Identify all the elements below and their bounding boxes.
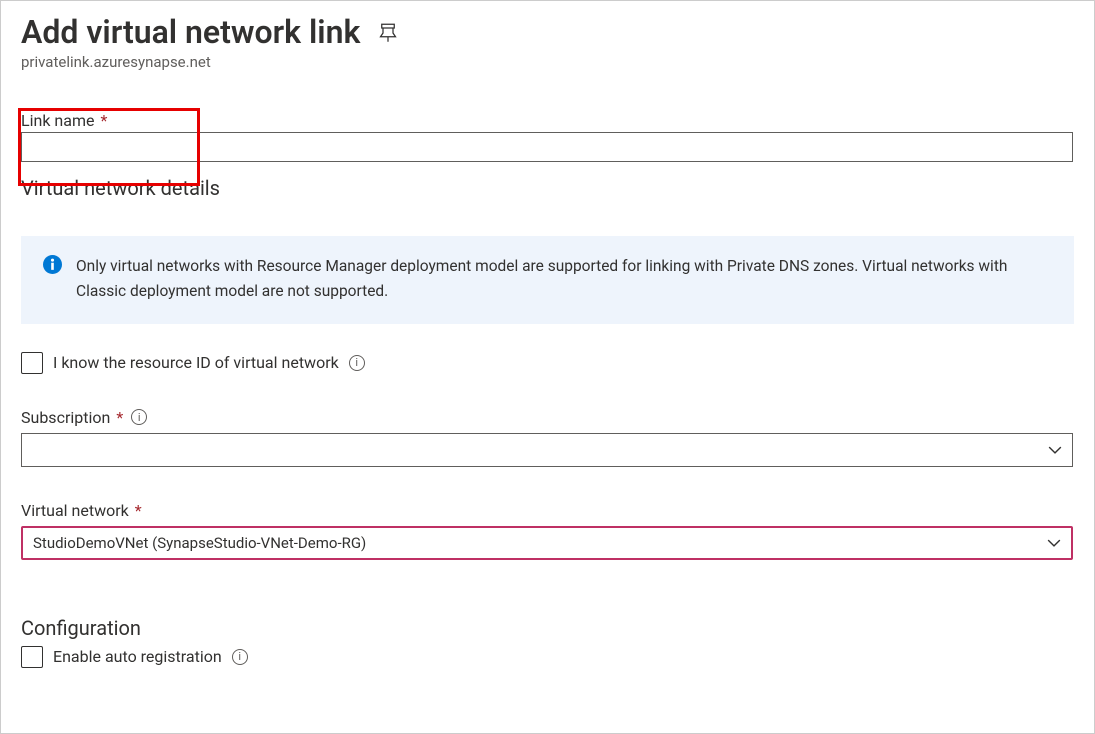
required-indicator: * bbox=[135, 501, 142, 520]
know-resource-id-checkbox[interactable] bbox=[21, 352, 43, 374]
virtual-network-dropdown[interactable]: StudioDemoVNet (SynapseStudio-VNet-Demo-… bbox=[21, 526, 1073, 560]
required-indicator: * bbox=[100, 111, 107, 130]
info-box: Only virtual networks with Resource Mana… bbox=[21, 236, 1074, 324]
page-subtitle: privatelink.azuresynapse.net bbox=[21, 53, 1074, 71]
link-name-label: Link name * bbox=[21, 111, 107, 130]
info-tooltip-icon[interactable]: i bbox=[131, 409, 147, 425]
know-resource-id-label: I know the resource ID of virtual networ… bbox=[53, 353, 339, 372]
virtual-network-label-text: Virtual network bbox=[21, 501, 129, 520]
enable-auto-registration-label: Enable auto registration bbox=[53, 647, 222, 666]
chevron-down-icon bbox=[1048, 443, 1062, 457]
link-name-input[interactable] bbox=[21, 132, 1073, 162]
subscription-label-text: Subscription bbox=[21, 408, 110, 427]
info-icon bbox=[43, 255, 62, 278]
subscription-label: Subscription * bbox=[21, 408, 123, 427]
required-indicator: * bbox=[116, 408, 123, 427]
page-title: Add virtual network link bbox=[21, 13, 360, 51]
subscription-dropdown[interactable] bbox=[21, 433, 1073, 467]
pin-icon[interactable] bbox=[378, 23, 398, 47]
chevron-down-icon bbox=[1047, 536, 1061, 550]
info-box-text: Only virtual networks with Resource Mana… bbox=[76, 254, 1052, 304]
vnet-details-header: Virtual network details bbox=[21, 176, 1074, 200]
virtual-network-label: Virtual network * bbox=[21, 501, 142, 520]
info-tooltip-icon[interactable]: i bbox=[232, 649, 248, 665]
info-tooltip-icon[interactable]: i bbox=[349, 355, 365, 371]
configuration-header: Configuration bbox=[21, 616, 1074, 640]
virtual-network-value: StudioDemoVNet (SynapseStudio-VNet-Demo-… bbox=[33, 534, 366, 552]
link-name-label-text: Link name bbox=[21, 111, 94, 130]
enable-auto-registration-checkbox[interactable] bbox=[21, 646, 43, 668]
